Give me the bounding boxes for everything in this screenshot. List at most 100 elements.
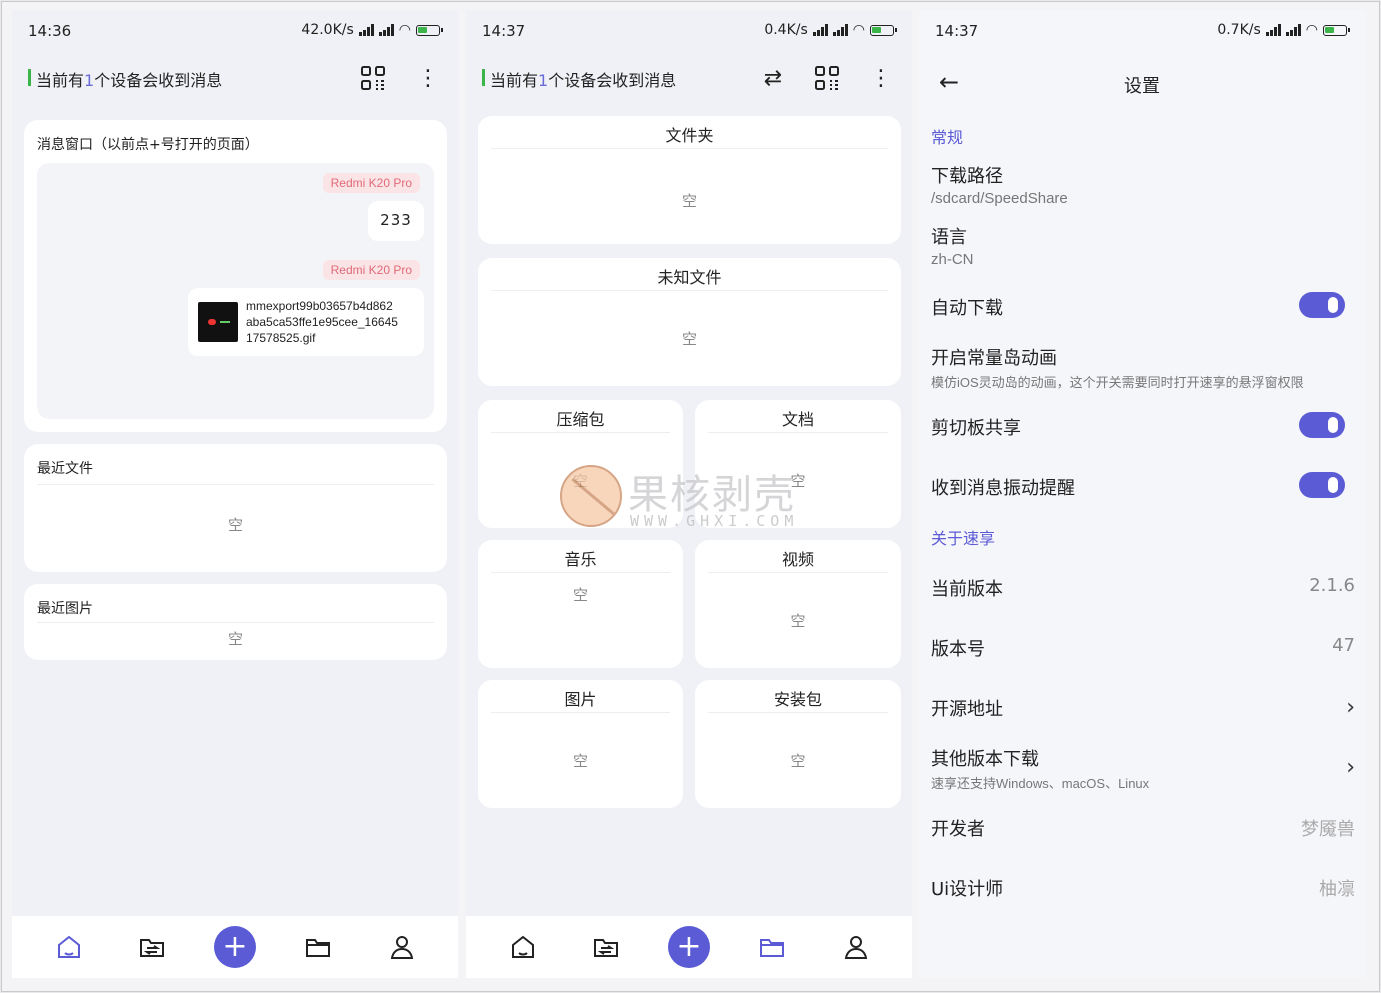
home-icon[interactable]	[48, 926, 90, 968]
user-icon[interactable]	[835, 926, 877, 968]
home-icon[interactable]	[502, 926, 544, 968]
swap-icon[interactable]: ⇄	[757, 62, 789, 94]
device-count-title: 当前有1个设备会收到消息	[490, 71, 677, 90]
phone-files: 14:37 0.4K/s ◠ 当前有1个设备会收到消息 ⇄ ⋮ 文件夹 空 未知…	[466, 10, 912, 978]
empty-text: 空	[790, 612, 806, 630]
device-count-title: 当前有1个设备会收到消息	[36, 71, 223, 90]
online-indicator	[28, 69, 31, 86]
music-card[interactable]: 音乐 空	[478, 540, 683, 668]
card-title: 消息窗口（以前点+号打开的页面）	[37, 137, 259, 153]
setting-clipboard-share: 剪切板共享	[931, 412, 1355, 440]
page-title: 设置	[1124, 76, 1160, 97]
section-general: 常规	[931, 128, 964, 147]
add-button[interactable]: +	[668, 926, 710, 968]
phone-settings: 14:37 0.7K/s ◠ ← 设置 常规 下载路径 /sdcard/Spee…	[919, 10, 1365, 978]
file-message-bubble[interactable]: mmexport99b03657b4d862 aba5ca53ffe1e95ce…	[188, 288, 424, 356]
setting-developer: 开发者 梦魇兽	[931, 815, 1355, 841]
battery-icon	[416, 24, 443, 36]
more-icon[interactable]: ⋮	[865, 62, 897, 94]
wifi-icon: ◠	[1305, 22, 1318, 38]
battery-icon	[1323, 24, 1350, 36]
signal-icon	[812, 24, 828, 36]
signal-icon	[1285, 24, 1301, 36]
section-about: 关于速享	[931, 529, 996, 548]
setting-download-path[interactable]: 下载路径 /sdcard/SpeedShare	[931, 162, 1355, 207]
recent-images-card[interactable]: 最近图片 空	[24, 584, 447, 660]
add-button[interactable]: +	[214, 926, 256, 968]
setting-island-animation[interactable]: 开启常量岛动画 模仿iOS灵动岛的动画，这个开关需要同时打开速享的悬浮窗权限	[931, 344, 1355, 391]
transfer-icon[interactable]	[131, 926, 173, 968]
image-card[interactable]: 图片 空	[478, 680, 683, 808]
net-speed: 0.7K/s	[1217, 22, 1261, 38]
empty-text: 空	[572, 752, 588, 770]
designer-value: 柚凛	[1319, 879, 1355, 900]
status-bar: 14:37 0.4K/s ◠	[466, 10, 912, 50]
card-title: 最近图片	[37, 601, 93, 617]
vibrate-toggle[interactable]	[1299, 472, 1345, 498]
signal-icon	[1265, 24, 1281, 36]
setting-build-number: 版本号 47	[931, 635, 1355, 660]
empty-text: 空	[572, 472, 588, 490]
battery-icon	[870, 24, 897, 36]
device-tag: Redmi K20 Pro	[322, 260, 420, 280]
bottom-nav: +	[12, 916, 458, 978]
recent-files-card[interactable]: 最近文件 空	[24, 444, 447, 572]
app-header: 当前有1个设备会收到消息 ⋮	[12, 60, 458, 100]
setting-language[interactable]: 语言 zh-CN	[931, 223, 1355, 268]
message-window-card[interactable]: 消息窗口（以前点+号打开的页面） Redmi K20 Pro 233 Redmi…	[24, 120, 447, 432]
folder-card[interactable]: 文件夹 空	[478, 116, 901, 244]
chevron-right-icon: ›	[1346, 695, 1355, 720]
setting-other-versions[interactable]: 其他版本下载 速享还支持Windows、macOS、Linux ›	[931, 745, 1355, 792]
wifi-icon: ◠	[852, 22, 865, 38]
video-card[interactable]: 视频 空	[695, 540, 901, 668]
wifi-icon: ◠	[398, 22, 411, 38]
status-bar: 14:37 0.7K/s ◠	[919, 10, 1365, 50]
setting-vibrate: 收到消息振动提醒	[931, 472, 1355, 500]
auto-download-toggle[interactable]	[1299, 292, 1345, 318]
app-header: 当前有1个设备会收到消息 ⇄ ⋮	[466, 60, 912, 100]
document-card[interactable]: 文档 空	[695, 400, 901, 528]
developer-value: 梦魇兽	[1301, 819, 1355, 840]
net-speed: 0.4K/s	[764, 22, 808, 38]
status-time: 14:37	[482, 22, 526, 40]
qrcode-icon[interactable]	[811, 62, 843, 94]
user-icon[interactable]	[381, 926, 423, 968]
folder-icon[interactable]	[751, 926, 793, 968]
setting-source-code[interactable]: 开源地址 ›	[931, 695, 1355, 721]
version-value: 2.1.6	[1309, 575, 1355, 596]
file-name: mmexport99b03657b4d862 aba5ca53ffe1e95ce…	[246, 299, 398, 345]
transfer-icon[interactable]	[585, 926, 627, 968]
message-bubble[interactable]: 233	[368, 201, 424, 241]
empty-text: 空	[572, 586, 588, 604]
qrcode-icon[interactable]	[357, 62, 389, 94]
net-speed: 42.0K/s	[301, 22, 354, 38]
status-time: 14:36	[28, 22, 72, 40]
unknown-files-card[interactable]: 未知文件 空	[478, 258, 901, 386]
signal-icon	[832, 24, 848, 36]
setting-current-version: 当前版本 2.1.6	[931, 575, 1355, 600]
chevron-right-icon: ›	[1346, 755, 1355, 780]
more-icon[interactable]: ⋮	[412, 62, 444, 94]
setting-designer: Ui设计师 柚凛	[931, 875, 1355, 901]
clipboard-share-toggle[interactable]	[1299, 412, 1345, 438]
signal-icon	[358, 24, 374, 36]
folder-icon[interactable]	[297, 926, 339, 968]
apk-card[interactable]: 安装包 空	[695, 680, 901, 808]
setting-auto-download: 自动下载	[931, 292, 1355, 320]
empty-text: 空	[681, 192, 697, 210]
file-thumbnail	[198, 302, 238, 342]
empty-text: 空	[227, 630, 243, 648]
build-value: 47	[1332, 635, 1355, 656]
empty-text: 空	[790, 472, 806, 490]
message-list: Redmi K20 Pro 233 Redmi K20 Pro mmexport…	[37, 163, 434, 419]
empty-text: 空	[790, 752, 806, 770]
phone-home: 14:36 42.0K/s ◠ 当前有1个设备会收到消息 ⋮ 消息窗口（以前点+…	[12, 10, 458, 978]
signal-icon	[378, 24, 394, 36]
status-bar: 14:36 42.0K/s ◠	[12, 10, 458, 50]
empty-text: 空	[227, 516, 243, 534]
card-title: 最近文件	[37, 461, 93, 477]
zip-card[interactable]: 压缩包 空	[478, 400, 683, 528]
status-time: 14:37	[935, 22, 979, 40]
bottom-nav: +	[466, 916, 912, 978]
online-indicator	[482, 69, 485, 86]
